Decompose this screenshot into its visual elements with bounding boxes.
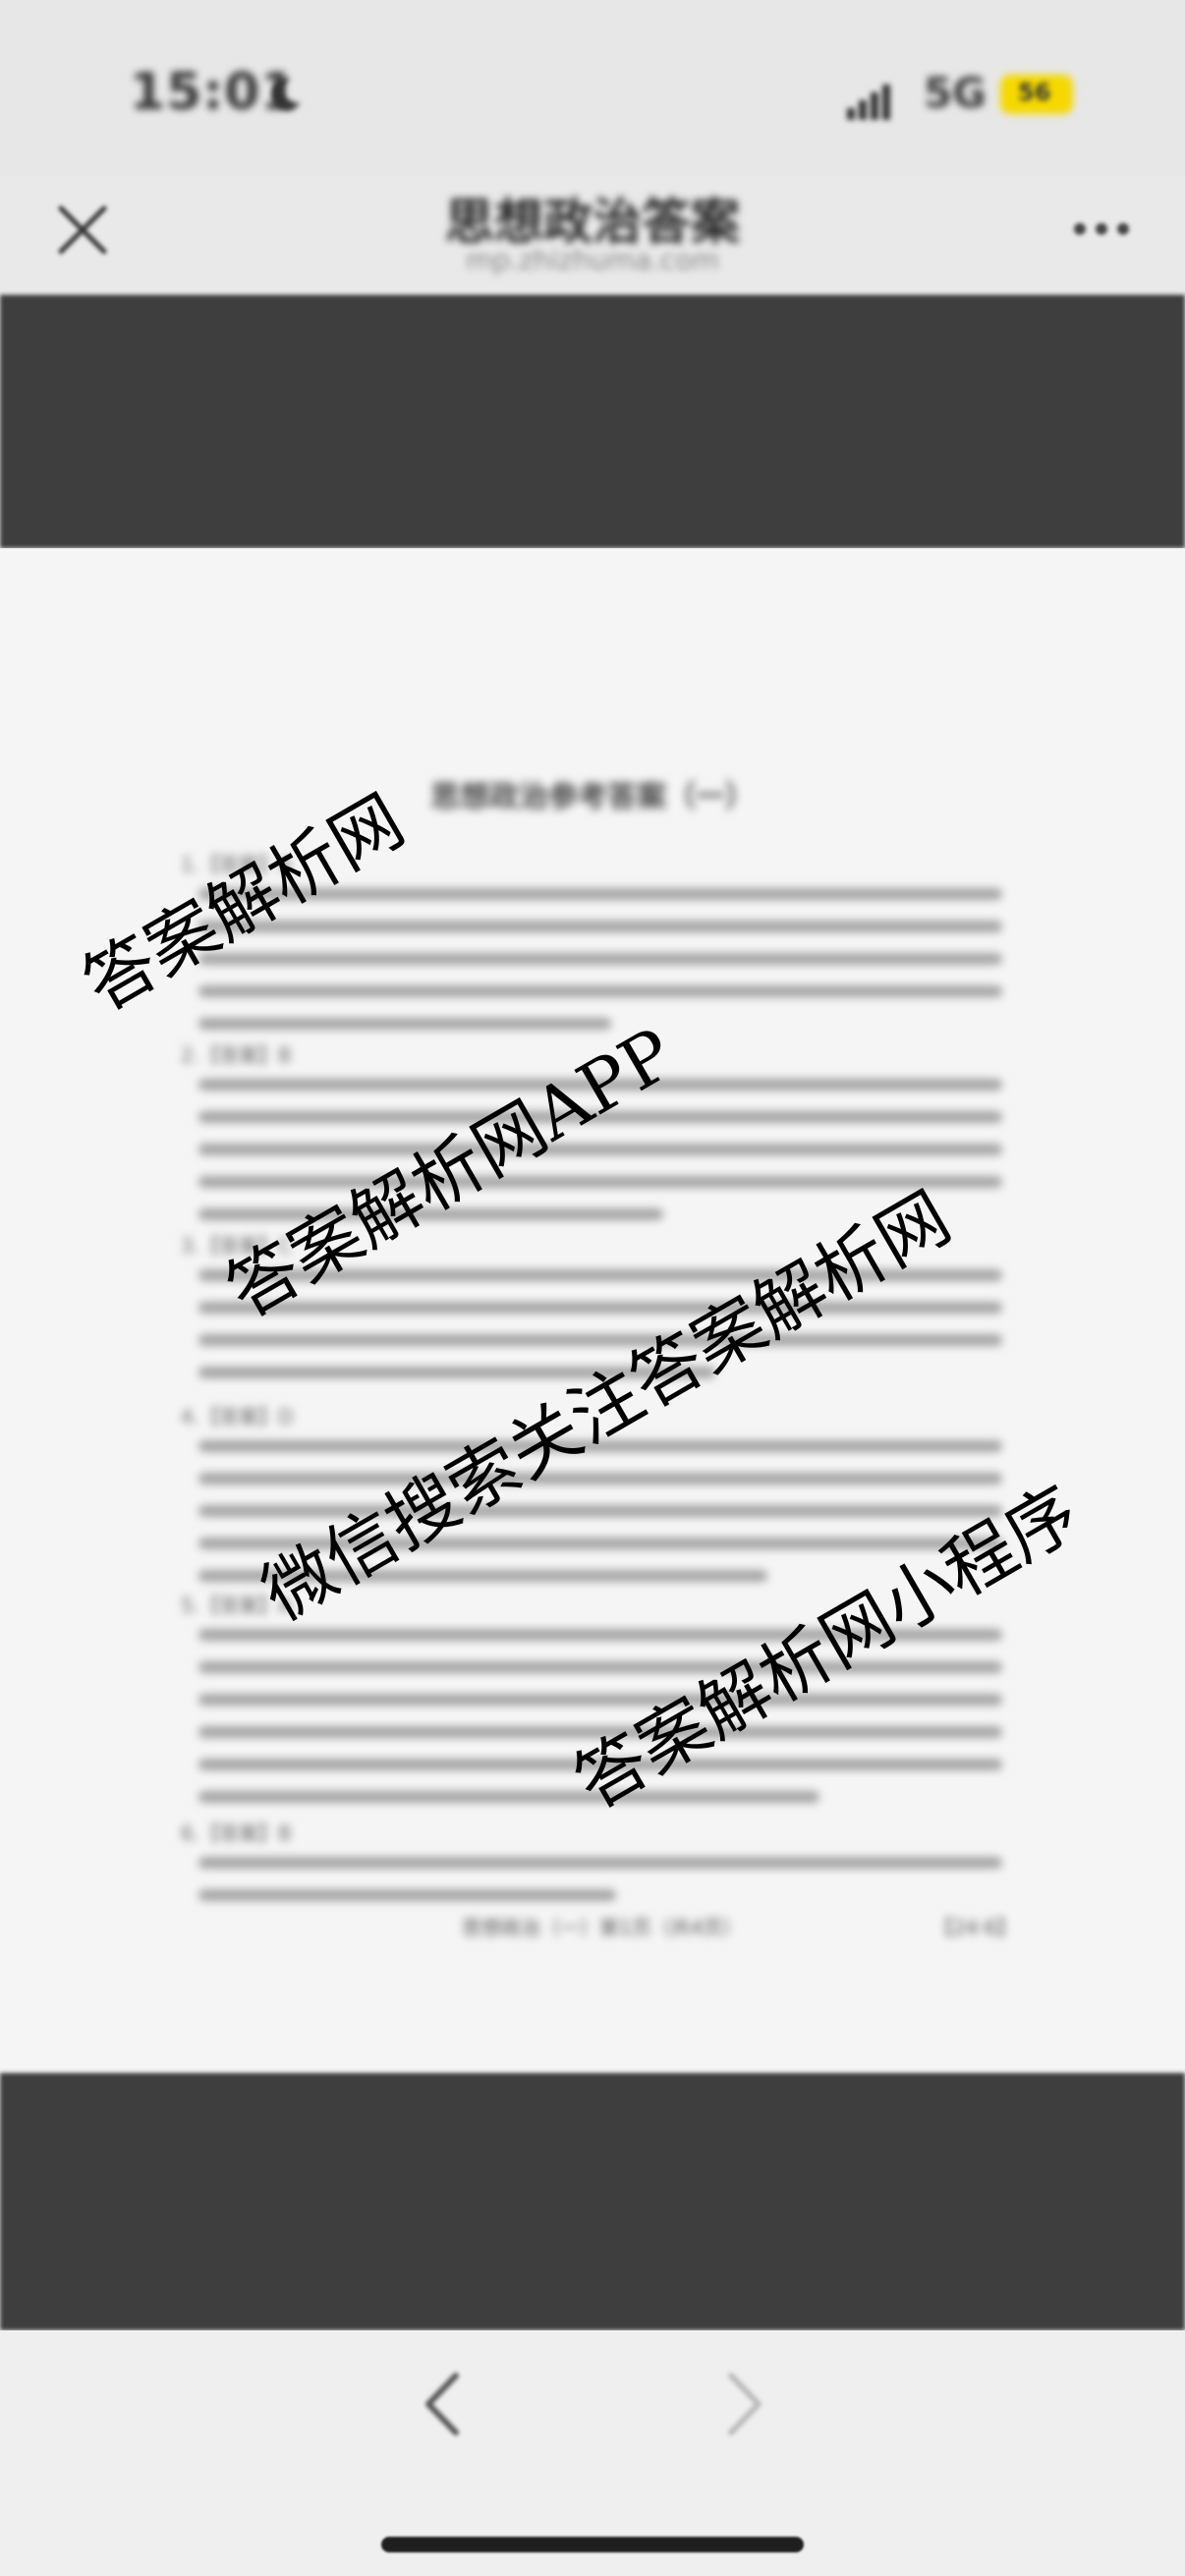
- text-line: [198, 1791, 819, 1803]
- home-indicator[interactable]: [381, 2537, 804, 2552]
- document-page-number: 【24·6】: [933, 1916, 1017, 1939]
- close-icon[interactable]: [53, 200, 112, 259]
- document-content: 思想政治参考答案（一） 1.【答案】A 2.【答案】B 3.【答案】C 4.【答案】D…: [0, 548, 1185, 2073]
- text-line: [198, 953, 1002, 965]
- question-label: 2.【答案】B: [181, 1043, 292, 1067]
- document-page[interactable]: 思想政治参考答案（一） 1.【答案】A 2.【答案】B 3.【答案】C 4.【答案】D…: [0, 548, 1185, 2073]
- question-label: 4.【答案】D: [181, 1405, 294, 1428]
- text-line: [198, 1694, 1002, 1706]
- text-line: [198, 1144, 1002, 1155]
- network-type: 5G: [924, 69, 987, 117]
- chevron-right-icon[interactable]: [723, 2370, 766, 2438]
- text-line: [198, 1473, 1002, 1484]
- text-line: [198, 1176, 1002, 1188]
- nav-subtitle: mp.zhizhuma.com: [466, 244, 719, 276]
- viewer-top-margin: [0, 295, 1185, 548]
- text-line: [198, 1857, 1002, 1869]
- text-line: [198, 921, 1002, 932]
- viewer-bottom-margin: [0, 2073, 1185, 2330]
- text-line: [198, 1505, 1002, 1517]
- question-label: 6.【答案】B: [181, 1821, 292, 1845]
- text-line: [198, 1889, 616, 1901]
- text-line: [198, 1302, 1002, 1314]
- battery-level: 56: [1018, 79, 1051, 106]
- chevron-left-icon[interactable]: [421, 2370, 464, 2438]
- text-line: [198, 985, 1002, 997]
- document-footer: 思想政治（一）第1页（共4页）: [462, 1916, 743, 1939]
- signal-icon: [847, 84, 890, 120]
- text-line: [198, 1334, 1002, 1346]
- more-icon[interactable]: [1071, 218, 1132, 240]
- moon-icon: [271, 78, 301, 110]
- text-line: [198, 1018, 611, 1030]
